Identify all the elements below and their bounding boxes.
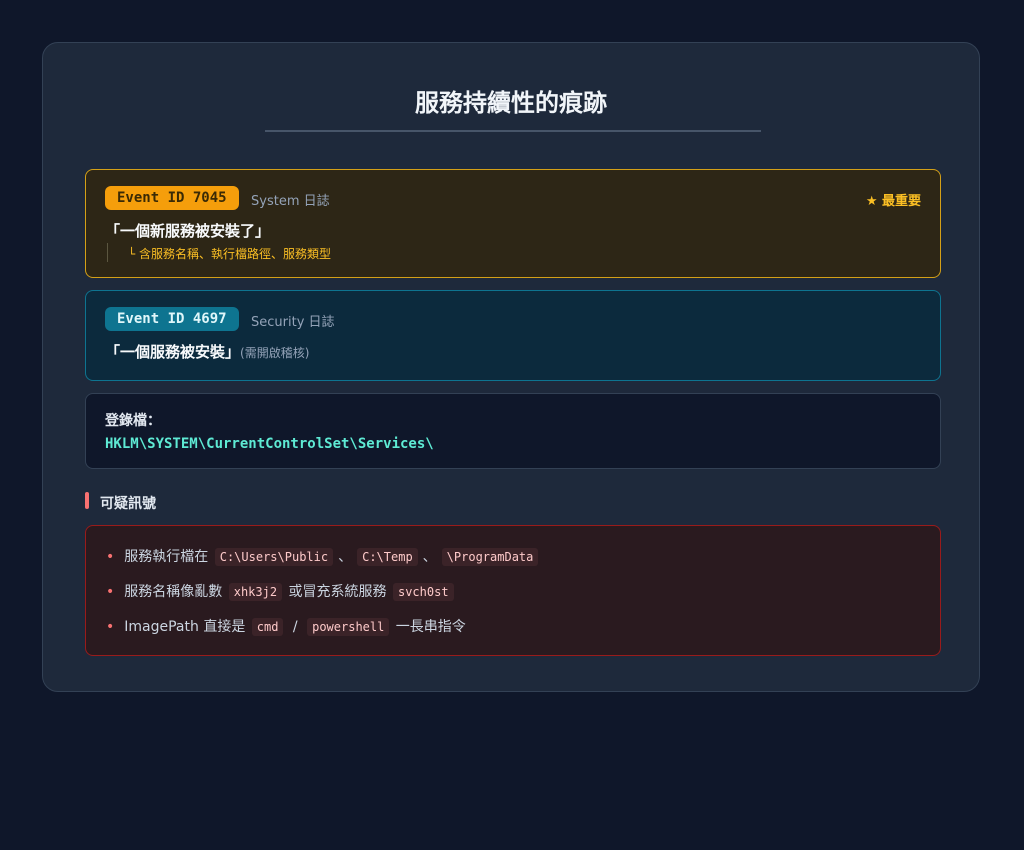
detail-indent-line (107, 243, 108, 262)
list-item: • ImagePath 直接是 cmd / powershell 一長串指令 (106, 618, 466, 636)
registry-panel: 登錄檔： HKLM\SYSTEM\CurrentControlSet\Servi… (85, 393, 941, 469)
title-divider (265, 130, 761, 132)
event-7045-panel: Event ID 7045 System 日誌 ★ 最重要 「一個新服務被安裝了… (85, 169, 941, 278)
list-item: • 服務執行檔在 C:\Users\Public、 C:\Temp、 \Program… (106, 546, 926, 566)
event-4697-note: (需開啟稽核) (240, 346, 310, 360)
event-4697-quote-row: 「一個服務被安裝」(需開啟稽核) (105, 341, 309, 362)
path-code: C:\Temp (357, 548, 418, 566)
bullet-dot: • (106, 549, 115, 565)
section-accent-bar (85, 492, 89, 509)
bullet-dot: • (106, 584, 115, 600)
main-card: 服務持續性的痕跡 Event ID 7045 System 日誌 ★ 最重要 「… (42, 42, 980, 692)
event-7045-detail: └ 含服務名稱、執行檔路徑、服務類型 (128, 247, 332, 261)
event-4697-quote: 「一個服務被安裝」 (105, 343, 241, 361)
event-4697-badge: Event ID 4697 (105, 307, 239, 331)
page-title: 服務持續性的痕跡 (415, 89, 607, 117)
command-code: cmd (251, 618, 284, 636)
service-name-code: xhk3j2 (228, 583, 283, 601)
list-item: • 服務名稱像亂數 xhk3j2 或冒充系統服務 svch0st (106, 581, 926, 601)
suspicious-panel: • 服務執行檔在 C:\Users\Public、 C:\Temp、 \Program… (85, 525, 941, 656)
registry-path: HKLM\SYSTEM\CurrentControlSet\Services\ (105, 436, 434, 452)
priority-label: ★ 最重要 (865, 194, 921, 209)
event-4697-source: Security 日誌 (251, 315, 335, 330)
registry-label: 登錄檔： (105, 413, 161, 429)
path-code: C:\Users\Public (214, 548, 334, 566)
event-7045-quote: 「一個新服務被安裝了」 (105, 222, 271, 240)
event-7045-source: System 日誌 (251, 194, 330, 209)
path-code: \ProgramData (441, 548, 539, 566)
event-4697-panel: Event ID 4697 Security 日誌 「一個服務被安裝」(需開啟稽… (85, 290, 941, 381)
service-name-code: svch0st (392, 583, 454, 601)
suspicious-heading: 可疑訊號 (100, 496, 156, 512)
event-7045-badge: Event ID 7045 (105, 186, 239, 210)
bullet-dot: • (106, 619, 115, 635)
command-code: powershell (307, 618, 390, 636)
